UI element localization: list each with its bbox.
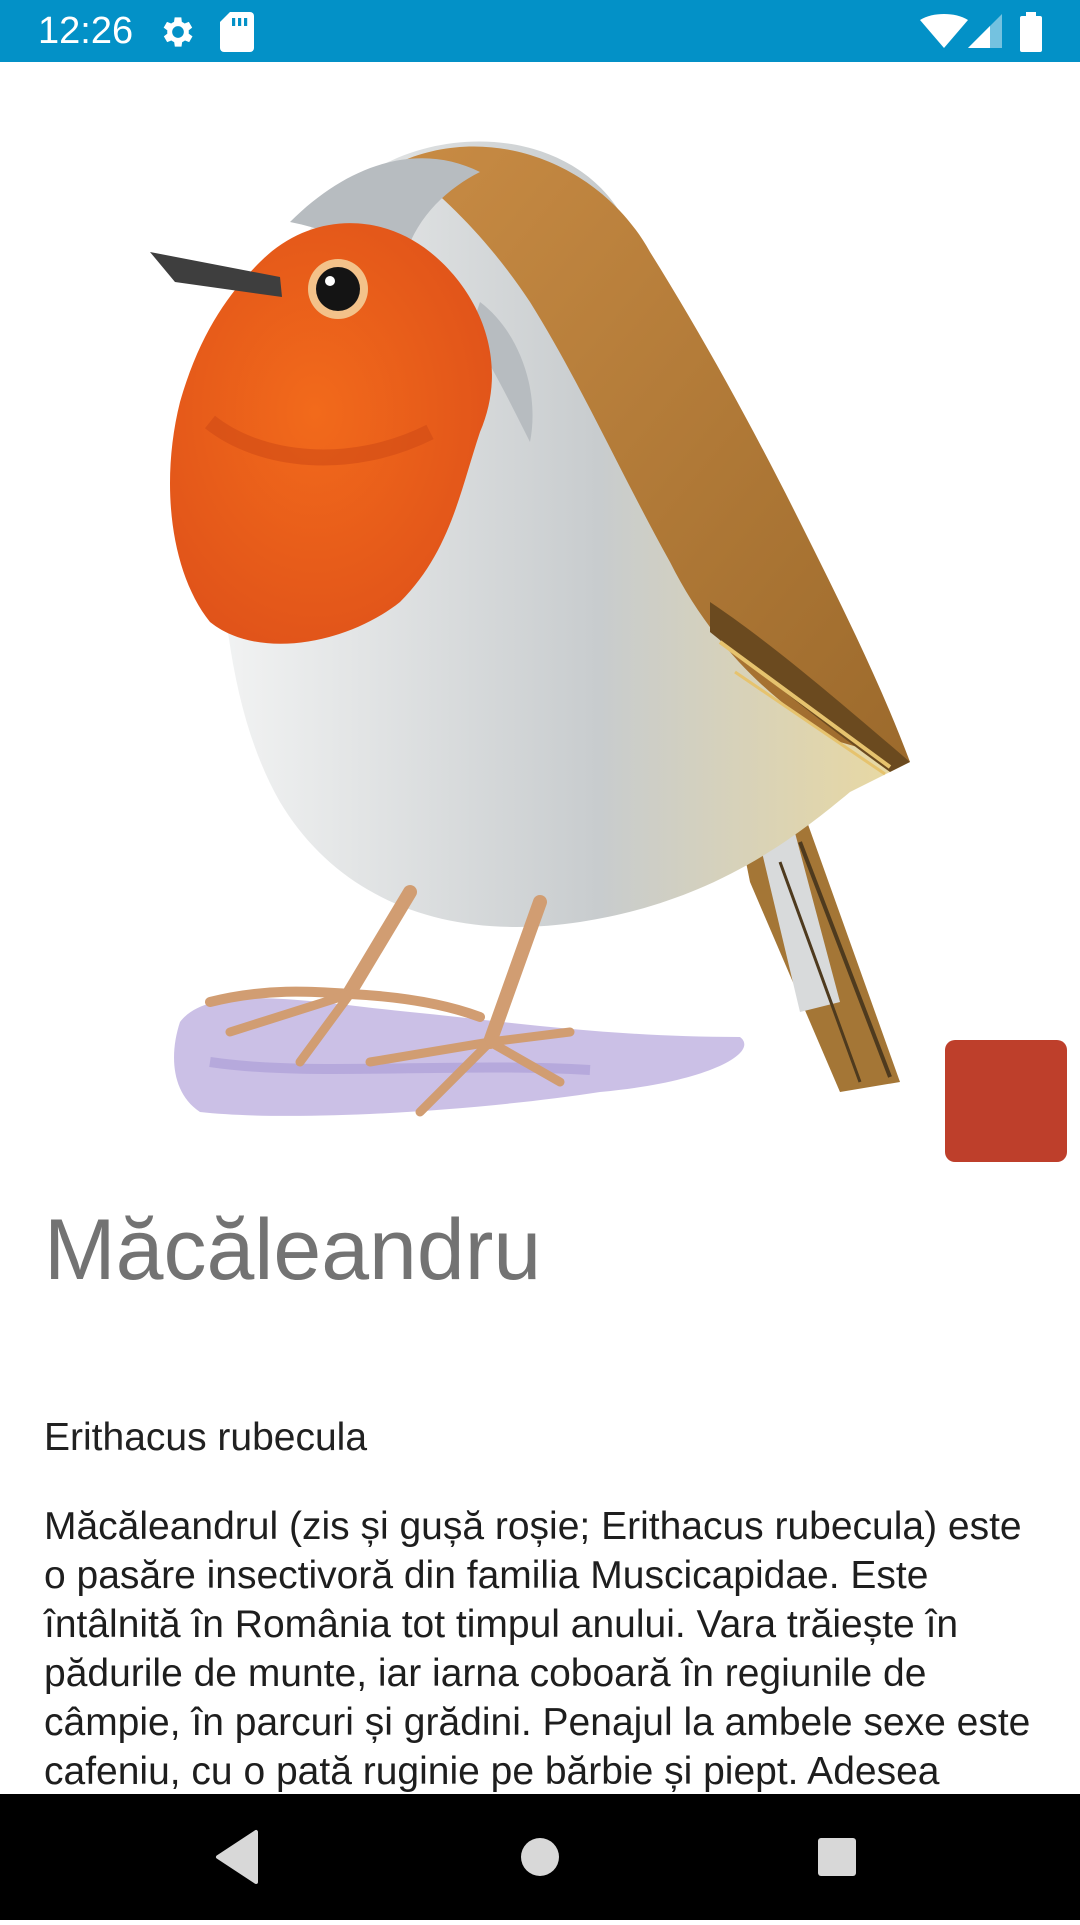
home-icon — [521, 1838, 559, 1876]
cell-signal-icon — [968, 14, 1002, 48]
color-swatch-button[interactable] — [945, 1040, 1067, 1162]
navigation-bar — [0, 1794, 1080, 1920]
species-common-name: Măcăleandru — [44, 1202, 542, 1298]
robin-illustration — [150, 141, 910, 1117]
recents-icon — [818, 1838, 856, 1876]
species-description: Măcăleandrul (zis și gușă roșie; Erithac… — [44, 1505, 1031, 1793]
status-time: 12:26 — [38, 10, 134, 52]
species-detail: Măcăleandru Erithacus rubecula Măcăleand… — [0, 62, 1080, 1794]
species-scientific-name: Erithacus rubecula — [44, 1416, 368, 1459]
back-icon — [216, 1830, 258, 1884]
gear-icon — [163, 17, 193, 47]
sd-card-icon — [220, 12, 254, 52]
nav-recents-button[interactable] — [768, 1794, 908, 1920]
nav-home-button[interactable] — [470, 1794, 610, 1920]
status-bar: 12:26 — [0, 0, 1080, 62]
battery-icon — [1020, 12, 1042, 52]
nav-back-button[interactable] — [168, 1794, 308, 1920]
wifi-icon — [920, 14, 968, 48]
